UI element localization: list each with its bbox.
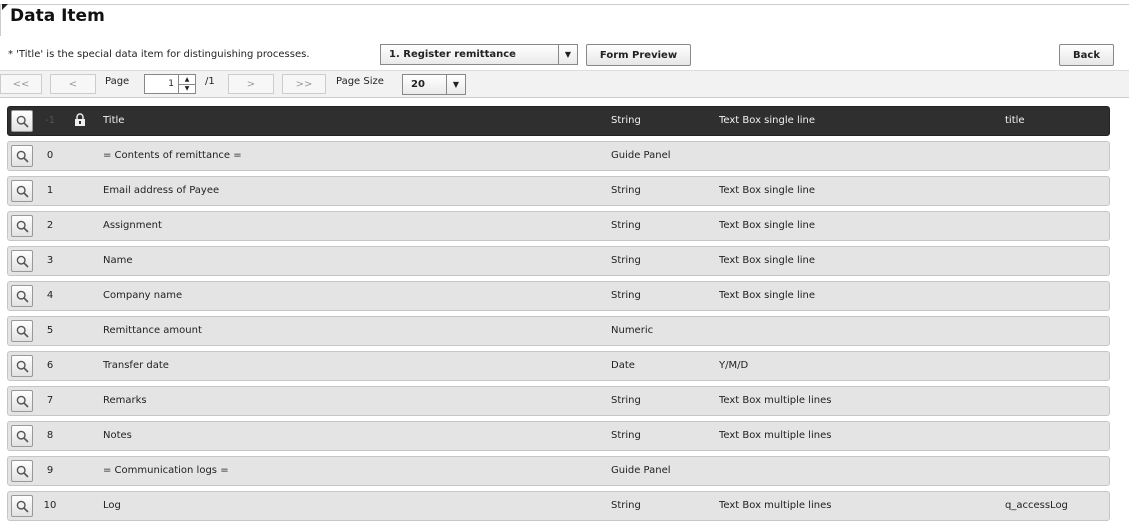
magnifier-icon xyxy=(16,500,29,513)
row-number: 4 xyxy=(46,290,54,301)
table-row[interactable]: 4 Company name String Text Box single line xyxy=(7,281,1110,311)
row-number: 6 xyxy=(46,360,54,371)
table-row[interactable]: 5 Remittance amount Numeric xyxy=(7,316,1110,346)
header-number: -1 xyxy=(45,115,55,126)
row-title: Company name xyxy=(103,290,183,301)
magnifier-icon xyxy=(16,395,29,408)
magnifier-icon xyxy=(16,360,29,373)
triangle-down-icon: ▼ xyxy=(558,45,577,64)
row-title: Notes xyxy=(103,430,132,441)
table-row[interactable]: 7 Remarks String Text Box multiple lines xyxy=(7,386,1110,416)
process-select[interactable]: 1. Register remittance ▼ xyxy=(380,44,578,65)
next-page-button[interactable]: > xyxy=(228,74,274,94)
magnifier-icon xyxy=(16,290,29,303)
row-control: Text Box single line xyxy=(719,220,816,231)
row-number: 9 xyxy=(46,465,54,476)
magnifier-icon xyxy=(16,115,29,128)
page-label: Page xyxy=(105,76,130,87)
row-number: 3 xyxy=(46,255,54,266)
page-size-select[interactable]: 20 ▼ xyxy=(402,74,466,95)
table-row[interactable]: 6 Transfer date Date Y/M/D xyxy=(7,351,1110,381)
row-type: Guide Panel xyxy=(611,465,671,476)
process-select-value: 1. Register remittance xyxy=(389,49,516,60)
table-row[interactable]: 10 Log String Text Box multiple lines q_acce… xyxy=(7,491,1110,521)
row-number: 8 xyxy=(46,430,54,441)
page-size-label: Page Size xyxy=(336,76,384,87)
page-number-value: 1 xyxy=(168,79,174,89)
row-number: 2 xyxy=(46,220,54,231)
title-note: * 'Title' is the special data item for d… xyxy=(8,49,310,60)
row-control: Text Box multiple lines xyxy=(719,430,832,441)
header-type: String xyxy=(611,115,641,126)
row-title: = Contents of remittance = xyxy=(103,150,242,161)
magnifier-icon xyxy=(16,255,29,268)
header-title: Title xyxy=(103,115,125,126)
header-field: title xyxy=(1005,115,1025,126)
row-title: Log xyxy=(103,500,121,511)
table-row[interactable]: 3 Name String Text Box single line xyxy=(7,246,1110,276)
magnifier-icon xyxy=(16,185,29,198)
magnifier-icon xyxy=(16,430,29,443)
table-row[interactable]: 9 = Communication logs = Guide Panel xyxy=(7,456,1110,486)
row-control: Text Box single line xyxy=(719,255,816,266)
row-type: Guide Panel xyxy=(611,150,671,161)
row-control: Text Box multiple lines xyxy=(719,500,832,511)
triangle-down-icon: ▼ xyxy=(446,75,465,94)
row-number: 10 xyxy=(43,500,57,511)
back-button[interactable]: Back xyxy=(1059,44,1114,66)
row-title: Name xyxy=(103,255,133,266)
row-type: Numeric xyxy=(611,325,654,336)
first-page-button[interactable]: << xyxy=(0,74,42,94)
row-title: = Communication logs = xyxy=(103,465,229,476)
table-row[interactable]: 2 Assignment String Text Box single line xyxy=(7,211,1110,241)
data-item-table: -1 Title String Text Box single line tit… xyxy=(7,106,1110,526)
row-number: 7 xyxy=(46,395,54,406)
row-control: Text Box multiple lines xyxy=(719,395,832,406)
row-type: String xyxy=(611,395,641,406)
row-field: q_accessLog xyxy=(1005,500,1068,511)
row-title: Remarks xyxy=(103,395,147,406)
magnifier-icon xyxy=(16,325,29,338)
table-row[interactable]: 0 = Contents of remittance = Guide Panel xyxy=(7,141,1110,171)
corner-marker xyxy=(2,4,8,10)
magnifier-icon xyxy=(16,150,29,163)
pager-bar: << < Page 1 ▲ ▼ /1 > >> Page Size 20 ▼ xyxy=(0,70,1129,98)
row-control: Text Box single line xyxy=(719,290,816,301)
page-number-stepper[interactable]: 1 ▲ ▼ xyxy=(144,74,196,94)
row-type: String xyxy=(611,430,641,441)
header-control: Text Box single line xyxy=(719,115,816,126)
row-title: Transfer date xyxy=(103,360,169,371)
row-number: 1 xyxy=(46,185,54,196)
last-page-button[interactable]: >> xyxy=(282,74,326,94)
row-title: Email address of Payee xyxy=(103,185,220,196)
table-row[interactable]: 1 Email address of Payee String Text Box si… xyxy=(7,176,1110,206)
row-type: String xyxy=(611,220,641,231)
row-title: Remittance amount xyxy=(103,325,202,336)
row-control: Text Box single line xyxy=(719,185,816,196)
row-control: Y/M/D xyxy=(719,360,749,371)
prev-page-button[interactable]: < xyxy=(50,74,96,94)
table-header-row: -1 Title String Text Box single line tit… xyxy=(7,106,1110,136)
row-type: String xyxy=(611,290,641,301)
spin-up-icon[interactable]: ▲ xyxy=(179,75,195,85)
page-size-value: 20 xyxy=(411,79,425,90)
lock-icon xyxy=(74,113,86,130)
row-type: String xyxy=(611,255,641,266)
page-total: /1 xyxy=(205,76,215,87)
row-number: 5 xyxy=(46,325,54,336)
row-number: 0 xyxy=(46,150,54,161)
form-preview-button[interactable]: Form Preview xyxy=(586,44,691,66)
spin-down-icon[interactable]: ▼ xyxy=(179,85,195,94)
row-title: Assignment xyxy=(103,220,162,231)
row-type: Date xyxy=(611,360,635,371)
table-row[interactable]: 8 Notes String Text Box multiple lines xyxy=(7,421,1110,451)
title-frame xyxy=(0,4,1129,36)
row-type: String xyxy=(611,500,641,511)
magnifier-icon xyxy=(16,465,29,478)
row-type: String xyxy=(611,185,641,196)
page-title: Data Item xyxy=(10,6,105,26)
magnifier-icon xyxy=(16,220,29,233)
